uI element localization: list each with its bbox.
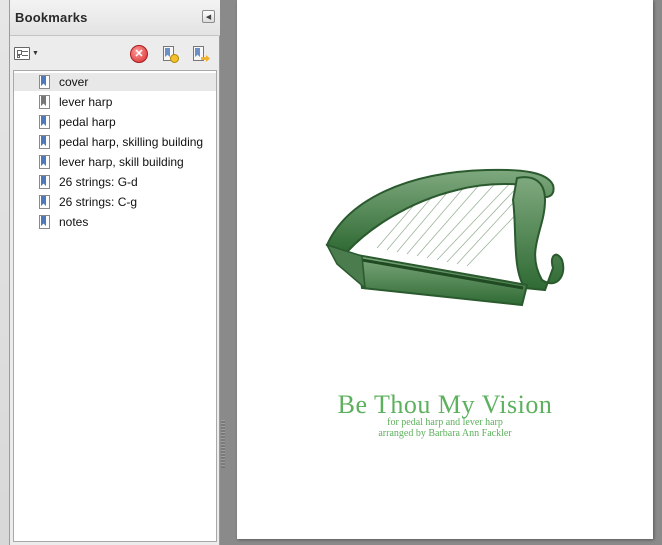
bookmark-icon bbox=[39, 195, 50, 209]
bookmark-label: pedal harp, skilling building bbox=[59, 135, 204, 149]
left-navigation-edge bbox=[0, 0, 10, 545]
bookmark-label: 26 strings: G-d bbox=[59, 175, 138, 189]
delete-bookmark-icon: ✕ bbox=[134, 47, 144, 60]
bookmark-icon bbox=[39, 115, 50, 129]
bookmark-item-26-strings-c-g[interactable]: 26 strings: C-g bbox=[14, 193, 216, 211]
bookmark-item-pedal-harp[interactable]: pedal harp bbox=[14, 113, 216, 131]
new-bookmark-button[interactable] bbox=[160, 45, 179, 63]
bookmark-icon bbox=[39, 155, 50, 169]
options-list-icon bbox=[14, 46, 30, 60]
collapse-panel-button[interactable]: ◀ bbox=[202, 10, 215, 23]
bookmark-item-pedal-harp-skilling[interactable]: pedal harp, skilling building bbox=[14, 133, 216, 151]
celtic-harp-illustration bbox=[325, 168, 565, 307]
bookmarks-list: cover lever harp pedal harp pedal harp, … bbox=[13, 70, 217, 542]
document-arranger: arranged by Barbara Ann Fackler bbox=[378, 428, 512, 439]
document-subtitle: for pedal harp and lever harp bbox=[387, 417, 503, 428]
bookmark-item-lever-harp[interactable]: lever harp bbox=[14, 93, 216, 111]
bookmark-label: cover bbox=[59, 75, 89, 89]
bookmark-label: notes bbox=[59, 215, 89, 229]
document-page: Be Thou My Vision for pedal harp and lev… bbox=[237, 0, 653, 539]
bookmarks-title: Bookmarks bbox=[15, 10, 88, 25]
bookmarks-toolbar: ▼ ✕ bbox=[10, 37, 220, 67]
panel-splitter[interactable] bbox=[221, 0, 233, 545]
bookmark-label: pedal harp bbox=[59, 115, 116, 129]
bookmark-icon bbox=[39, 215, 50, 229]
bookmarks-panel: Bookmarks ◀ ▼ ✕ cover lever harp pedal h… bbox=[10, 0, 220, 545]
expand-bookmark-button[interactable] bbox=[190, 45, 210, 63]
bookmark-label: 26 strings: C-g bbox=[59, 195, 138, 209]
bookmark-icon bbox=[39, 75, 50, 89]
bookmark-item-cover[interactable]: cover bbox=[14, 73, 216, 91]
bookmark-icon bbox=[39, 135, 50, 149]
splitter-grip[interactable] bbox=[221, 420, 225, 468]
bookmark-label: lever harp, skill building bbox=[59, 155, 184, 169]
document-title: Be Thou My Vision bbox=[337, 390, 553, 419]
triangle-left-icon: ◀ bbox=[205, 13, 212, 21]
bookmark-label: lever harp bbox=[59, 95, 113, 109]
chevron-down-icon: ▼ bbox=[32, 49, 39, 57]
bookmark-item-notes[interactable]: notes bbox=[14, 213, 216, 231]
bookmarks-header: Bookmarks ◀ bbox=[10, 0, 220, 36]
options-menu-button[interactable]: ▼ bbox=[14, 44, 42, 62]
bookmark-icon bbox=[39, 175, 50, 189]
bookmark-item-26-strings-g-d[interactable]: 26 strings: G-d bbox=[14, 173, 216, 191]
bookmark-icon bbox=[39, 95, 50, 109]
delete-bookmark-button[interactable]: ✕ bbox=[130, 45, 148, 63]
bookmark-item-lever-harp-skill[interactable]: lever harp, skill building bbox=[14, 153, 216, 171]
